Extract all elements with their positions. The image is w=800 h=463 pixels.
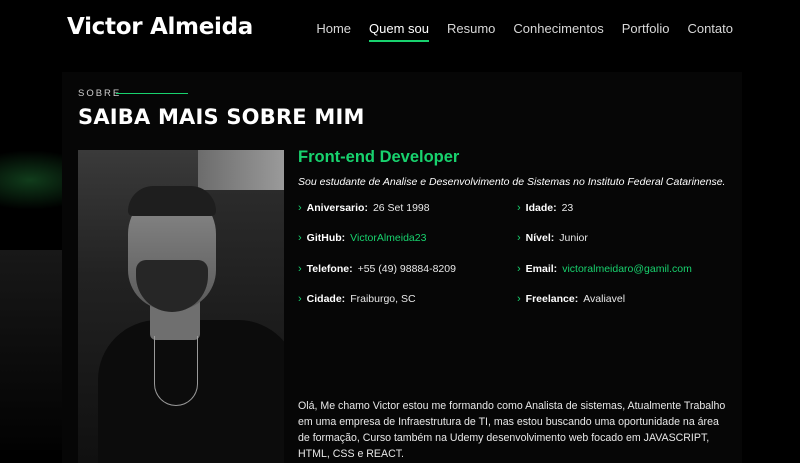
chevron-right-icon: › [298,263,302,275]
nav-portfolio[interactable]: Portfolio [622,21,670,36]
fact-value: Junior [559,232,588,244]
background-shade [0,250,70,450]
fact-label: Cidade: [306,293,346,305]
fact-label: Aniversario: [306,202,368,214]
fact-email: › Email: victoralmeidaro@gamil.com [517,263,692,275]
chevron-right-icon: › [517,202,521,214]
fact-value: Avaliavel [583,293,626,305]
nav-home[interactable]: Home [316,21,351,36]
fact-birthday: › Aniversario: 26 Set 1998 [298,202,430,214]
nav-conhecimentos[interactable]: Conhecimentos [513,21,603,36]
nav-contato[interactable]: Contato [687,21,733,36]
fact-freelance: › Freelance: Avaliavel [517,293,625,305]
site-logo[interactable]: Victor Almeida [67,14,253,40]
chevron-right-icon: › [298,202,302,214]
about-content: Front-end Developer Sou estudante de Ana… [298,148,738,460]
fact-github: › GitHub: VictorAlmeida23 [298,232,426,244]
fact-phone: › Telefone: +55 (49) 98884-8209 [298,263,456,275]
github-link[interactable]: VictorAlmeida23 [350,232,426,244]
email-link[interactable]: victoralmeidaro@gamil.com [562,263,692,275]
fact-age: › Idade: 23 [517,202,573,214]
site-header: Victor Almeida Home Quem sou Resumo Conh… [0,0,800,58]
fact-value: 26 Set 1998 [372,202,430,214]
about-section: SOBRE SAIBA MAIS SOBRE MIM Front-end Dev… [62,72,742,463]
fact-label: Telefone: [306,263,353,275]
chevron-right-icon: › [517,293,521,305]
fact-label: Idade: [525,202,557,214]
fact-value: +55 (49) 98884-8209 [357,263,456,275]
chevron-right-icon: › [517,232,521,244]
nav-quem-sou[interactable]: Quem sou [369,21,429,42]
bio-text: Olá, Me chamo Victor estou me formando c… [298,400,726,460]
chevron-right-icon: › [298,232,302,244]
fact-label: Freelance: [525,293,579,305]
fact-value: Fraiburgo, SC [350,293,416,305]
main-nav: Home Quem sou Resumo Conhecimentos Portf… [298,21,733,42]
fact-label: Nível: [525,232,555,244]
fact-level: › Nível: Junior [517,232,588,244]
section-title: SAIBA MAIS SOBRE MIM [78,105,365,129]
photo-chain [154,336,198,406]
profile-photo [78,150,284,463]
eyebrow-divider [116,93,188,94]
fact-label: GitHub: [306,232,346,244]
role-title: Front-end Developer [298,148,460,166]
fact-city: › Cidade: Fraiburgo, SC [298,293,416,305]
chevron-right-icon: › [517,263,521,275]
fact-value: 23 [561,202,574,214]
nav-resumo[interactable]: Resumo [447,21,495,36]
chevron-right-icon: › [298,293,302,305]
section-eyebrow: SOBRE [78,88,122,99]
photo-hair [128,186,216,216]
fact-label: Email: [525,263,558,275]
lead-text: Sou estudante de Analise e Desenvolvimen… [298,176,726,188]
